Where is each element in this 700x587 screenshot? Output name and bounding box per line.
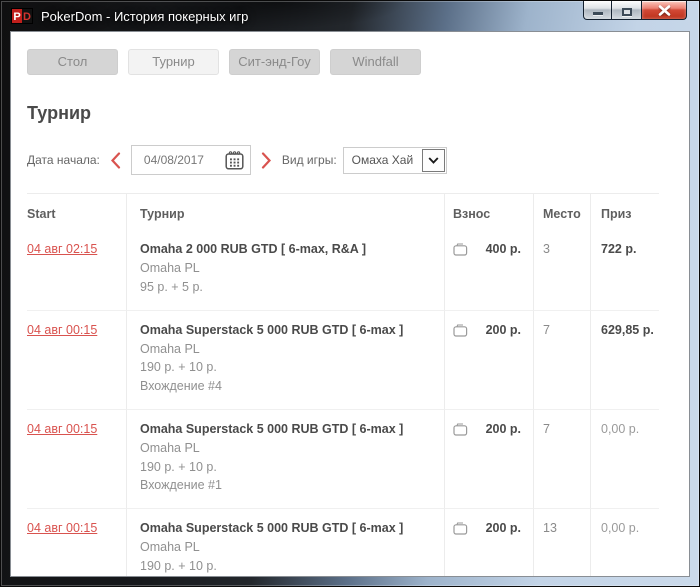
prize-value: 0,00 р. <box>601 421 640 436</box>
col-header-fee: Взнос <box>444 194 533 230</box>
calendar-icon <box>225 150 244 170</box>
tournament-game: Omaha PL <box>140 341 200 356</box>
date-value: 04/08/2017 <box>143 153 204 167</box>
game-type-value: Омаха Хай <box>351 153 414 167</box>
prize-value: 0,00 р. <box>601 521 640 535</box>
table-row-place: 13 <box>533 509 590 576</box>
table-row-fee: 400 р. <box>444 230 533 311</box>
table-row-prize: 0,00 р. <box>590 409 659 509</box>
window-controls <box>583 1 687 20</box>
minimize-button[interactable] <box>583 1 612 20</box>
tab-windfall[interactable]: Windfall <box>330 49 421 75</box>
tournament-entry: Вхождение #4 <box>140 379 222 393</box>
col-header-place: Место <box>533 194 590 230</box>
place-value: 13 <box>543 521 557 535</box>
wallet-icon <box>453 522 468 535</box>
prize-value: 629,85 р. <box>601 322 654 337</box>
tournament-game: Omaha PL <box>140 440 200 455</box>
logo-letter-p: P <box>12 9 22 23</box>
prize-value: 722 р. <box>601 242 637 256</box>
table-row-fee: 200 р. <box>444 409 533 509</box>
filters-bar: Дата начала: 04/08/2017 Вид игры: Омаха … <box>27 145 673 175</box>
table-row-start: 04 авг 00:15 <box>27 410 126 509</box>
tournament-entry: Вхождение #3 <box>140 576 444 577</box>
table-row-prize: 722 р. <box>590 230 659 311</box>
history-tabs: Стол Турнир Сит-энд-Гоу Windfall <box>27 49 673 75</box>
wallet-icon <box>453 423 468 436</box>
window-title: PokerDom - История покерных игр <box>41 8 249 24</box>
tournament-game: Omaha PL <box>140 261 200 275</box>
table-row-tournament: Omaha 2 000 RUB GTD [ 6-max, R&A ] Omaha… <box>126 230 444 311</box>
tournament-buyin: 190 р. + 10 р. <box>140 459 217 474</box>
app-window: P D PokerDom - История покерных игр Стол… <box>0 0 700 587</box>
table-row-place: 7 <box>533 310 590 410</box>
tab-sit-and-go[interactable]: Сит-энд-Гоу <box>229 49 320 75</box>
tournament-title: Omaha 2 000 RUB GTD [ 6-max, R&A ] <box>140 242 366 256</box>
tab-tournament[interactable]: Турнир <box>128 49 219 75</box>
tournament-buyin: 95 р. + 5 р. <box>140 279 203 294</box>
chevron-left-icon <box>110 151 120 169</box>
table-row-tournament: Omaha Superstack 5 000 RUB GTD [ 6-max ]… <box>126 409 444 509</box>
next-date-button[interactable] <box>261 151 272 169</box>
table-row-place: 3 <box>533 230 590 311</box>
game-type-label: Вид игры: <box>281 153 337 167</box>
table-row-prize: 629,85 р. <box>590 310 659 410</box>
logo-letter-d: D <box>22 9 32 23</box>
start-time-link[interactable]: 04 авг 02:15 <box>27 242 97 256</box>
table-row-start: 04 авг 00:15 <box>27 509 126 576</box>
table-row-place: 7 <box>533 409 590 509</box>
chevron-down-icon <box>428 156 439 164</box>
col-header-prize: Приз <box>590 194 659 230</box>
pokerdom-logo-icon: P D <box>11 8 33 24</box>
prev-date-button[interactable] <box>110 151 121 169</box>
table-row-tournament: Omaha Superstack 5 000 RUB GTD [ 6-max ]… <box>126 310 444 410</box>
col-header-start: Start <box>27 207 56 221</box>
table-row-prize: 0,00 р. <box>590 509 659 576</box>
col-header-tournament: Турнир <box>126 194 444 230</box>
tournament-entry: Вхождение #1 <box>140 478 222 493</box>
place-value: 7 <box>543 322 550 337</box>
main-panel: Стол Турнир Сит-энд-Гоу Windfall Турнир … <box>10 31 690 577</box>
fee-value: 400 р. <box>485 242 521 256</box>
table-row-start: 04 авг 02:15 <box>27 230 126 311</box>
tournament-title: Omaha Superstack 5 000 RUB GTD [ 6-max ] <box>140 421 404 436</box>
tournament-title: Omaha Superstack 5 000 RUB GTD [ 6-max ] <box>140 521 404 535</box>
chevron-right-icon <box>261 151 271 169</box>
tournament-title: Omaha Superstack 5 000 RUB GTD [ 6-max ] <box>140 322 404 337</box>
start-time-link[interactable]: 04 авг 00:15 <box>27 521 97 535</box>
place-value: 3 <box>543 242 550 256</box>
wallet-icon <box>453 243 468 256</box>
game-type-select[interactable]: Омаха Хай <box>342 146 447 174</box>
minimize-icon <box>592 12 603 15</box>
fee-value: 200 р. <box>485 322 521 337</box>
tournament-buyin: 190 р. + 10 р. <box>140 558 217 573</box>
tournament-buyin: 190 р. + 10 р. <box>140 360 217 375</box>
close-icon <box>658 4 670 16</box>
start-time-link[interactable]: 04 авг 00:15 <box>27 323 97 337</box>
dropdown-button[interactable] <box>421 148 445 172</box>
table-row-fee: 200 р. <box>444 310 533 410</box>
place-value: 7 <box>543 421 550 436</box>
table-row-tournament: Omaha Superstack 5 000 RUB GTD [ 6-max ]… <box>126 509 444 577</box>
maximize-button[interactable] <box>612 1 641 20</box>
table-row-fee: 200 р. <box>444 509 533 576</box>
start-date-input[interactable]: 04/08/2017 <box>130 145 251 175</box>
fee-value: 200 р. <box>485 421 521 436</box>
table-row-start: 04 авг 00:15 <box>27 311 126 410</box>
titlebar: P D PokerDom - История покерных игр <box>1 1 699 31</box>
date-label: Дата начала: <box>27 153 100 167</box>
wallet-icon <box>453 323 468 337</box>
tournament-history-table: Start Турнир Взнос Место Приз 04 авг 02:… <box>27 193 659 577</box>
maximize-icon <box>621 8 632 16</box>
fee-value: 200 р. <box>485 521 521 535</box>
tab-table[interactable]: Стол <box>27 49 118 75</box>
start-time-link[interactable]: 04 авг 00:15 <box>27 422 97 436</box>
calendar-button[interactable] <box>224 150 245 171</box>
tournament-game: Omaha PL <box>140 540 200 554</box>
close-button[interactable] <box>641 1 687 20</box>
page-title: Турнир <box>27 103 92 123</box>
